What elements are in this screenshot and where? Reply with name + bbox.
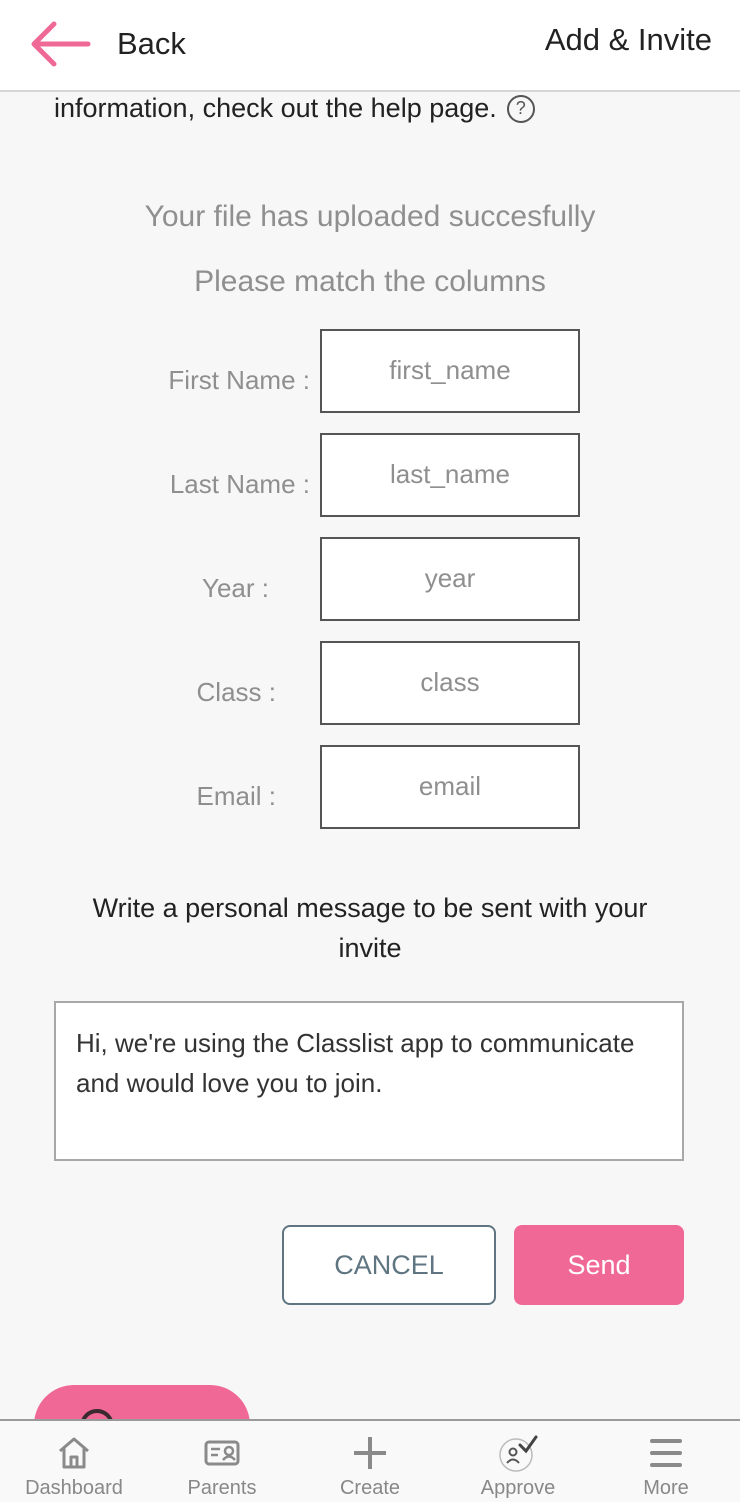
send-button[interactable]: Send	[514, 1225, 684, 1305]
cancel-button[interactable]: CANCEL	[282, 1225, 496, 1305]
column-map-row-class: Class : class	[0, 641, 740, 725]
nav-label: Create	[339, 1477, 401, 1499]
column-label: Last Name :	[169, 469, 310, 499]
help-text-line: information, check out the help page. ?	[54, 93, 535, 124]
column-map-row-first-name: First Name : first_name	[0, 329, 740, 413]
message-heading: Write a personal message to be sent with…	[92, 893, 648, 963]
column-label: First Name :	[168, 365, 310, 395]
nav-item-parents[interactable]: Parents	[148, 1421, 296, 1502]
column-select-class[interactable]: class	[320, 641, 580, 725]
nav-item-create[interactable]: Create	[296, 1421, 444, 1502]
column-select-email[interactable]: email	[320, 745, 580, 829]
column-map-row-email: Email : email	[0, 745, 740, 829]
column-label: Year :	[202, 573, 269, 603]
nav-item-dashboard[interactable]: Dashboard	[0, 1421, 148, 1502]
back-arrow-icon	[31, 21, 91, 67]
back-label: Back	[117, 26, 186, 61]
home-icon	[59, 1437, 89, 1469]
plus-icon	[354, 1437, 386, 1469]
column-label: Class :	[196, 677, 276, 707]
approve-icon	[499, 1435, 538, 1472]
nav-label: Approve	[480, 1477, 556, 1499]
nav-item-more[interactable]: More	[592, 1421, 740, 1502]
upload-success-message: Your file has uploaded succesfully	[144, 200, 596, 233]
column-select-year[interactable]: year	[320, 537, 580, 621]
nav-item-approve[interactable]: Approve	[444, 1421, 592, 1502]
back-button[interactable]: Back	[28, 18, 186, 70]
page-title: Add & Invite	[544, 22, 712, 57]
column-select-first-name[interactable]: first_name	[320, 329, 580, 413]
match-columns-message: Please match the columns	[194, 265, 546, 298]
column-select-last-name[interactable]: last_name	[320, 433, 580, 517]
nav-label: Dashboard	[25, 1477, 123, 1499]
nav-label: Parents	[187, 1477, 257, 1499]
top-bar: Back Add & Invite	[0, 0, 740, 92]
id-card-icon	[204, 1440, 240, 1466]
column-map-row-last-name: Last Name : last_name	[0, 433, 740, 517]
column-map-row-year: Year : year	[0, 537, 740, 621]
message-textarea[interactable]: Hi, we're using the Classlist app to com…	[54, 1001, 684, 1161]
column-label: Email :	[196, 781, 276, 811]
help-icon[interactable]: ?	[506, 94, 535, 123]
bottom-nav: Dashboard Parents Create Approve More	[0, 1419, 740, 1502]
help-text: information, check out the help page.	[54, 93, 497, 123]
nav-label: More	[643, 1477, 689, 1499]
menu-icon	[650, 1439, 682, 1467]
